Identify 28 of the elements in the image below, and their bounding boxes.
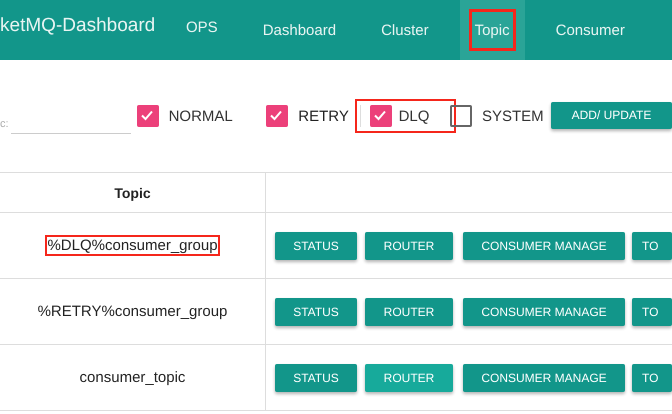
action-button[interactable]: STATUS [275, 232, 357, 260]
type-checkbox[interactable]: RETRY [256, 105, 361, 127]
type-checkbox[interactable]: NORMAL [136, 105, 256, 127]
column-header: Topic [0, 173, 266, 212]
action-button[interactable]: TO [632, 232, 672, 260]
action-button[interactable]: ROUTER [365, 232, 453, 260]
nav-tab[interactable]: Consumer [540, 0, 641, 60]
type-checkbox[interactable]: SYSTEM [450, 105, 551, 127]
action-button[interactable]: CONSUMER MANAGE [463, 364, 625, 392]
type-checkbox[interactable]: DLQ [360, 105, 450, 127]
nav-tab[interactable]: Topic [460, 0, 525, 60]
topic-name: %RETRY%consumer_group [38, 303, 228, 320]
action-button[interactable]: STATUS [275, 364, 357, 392]
nav-tab[interactable]: OPS [170, 0, 234, 57]
action-button[interactable]: ROUTER [365, 298, 453, 326]
field-label: c: [0, 118, 9, 130]
app-title: ketMQ-Dashboard [0, 15, 156, 37]
action-button[interactable]: TO [632, 364, 672, 392]
action-button[interactable]: CONSUMER MANAGE [463, 298, 625, 326]
topic-name: consumer_topic [80, 369, 186, 386]
action-button[interactable]: ROUTER [365, 364, 453, 392]
topic-name: %DLQ%consumer_group [47, 237, 218, 254]
action-button[interactable]: STATUS [275, 298, 357, 326]
add-update-button[interactable]: ADD/ UPDATE [551, 102, 672, 128]
action-button[interactable]: CONSUMER MANAGE [463, 232, 625, 260]
action-button[interactable]: TO [632, 298, 672, 326]
nav-tab[interactable]: Dashboard [246, 0, 352, 60]
nav-tab[interactable]: Cluster [365, 0, 445, 60]
